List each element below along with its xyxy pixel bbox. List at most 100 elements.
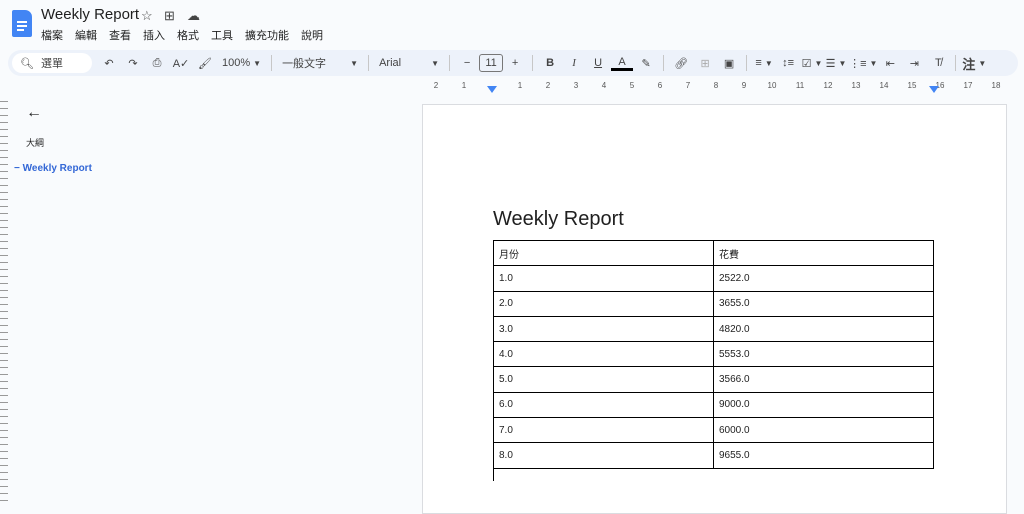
spellcheck-icon[interactable]: A✓ bbox=[170, 53, 192, 73]
table-cell[interactable]: 3566.0 bbox=[713, 366, 934, 393]
table-cell[interactable]: 4.0 bbox=[493, 341, 714, 368]
style-value: 一般文字 bbox=[282, 58, 327, 70]
divider bbox=[368, 55, 370, 71]
bold-icon[interactable]: B bbox=[539, 53, 561, 73]
line-spacing-icon[interactable]: ↕≡ bbox=[777, 53, 799, 73]
ruler-label: 5 bbox=[629, 81, 635, 90]
ruler-label: 1 bbox=[461, 81, 467, 90]
table-cell[interactable]: 3655.0 bbox=[713, 290, 934, 317]
ruler-label: 11 bbox=[795, 81, 805, 90]
divider bbox=[271, 55, 273, 71]
text-cursor bbox=[493, 469, 494, 481]
menu-bar: 檔案 編輯 查看 插入 格式 工具 擴充功能 說明 bbox=[41, 27, 323, 43]
table-cell[interactable]: 5.0 bbox=[493, 366, 714, 393]
ruler-label: 12 bbox=[823, 81, 833, 90]
menu-item[interactable]: 格式 bbox=[177, 27, 199, 43]
font-select[interactable]: Arial ▼ bbox=[375, 53, 443, 73]
table-cell[interactable]: 1.0 bbox=[493, 265, 714, 292]
menu-item[interactable]: 查看 bbox=[109, 27, 131, 43]
docs-logo-icon[interactable] bbox=[12, 10, 32, 37]
cloud-status-icon[interactable]: ☁ bbox=[187, 8, 200, 24]
ruler-label: 15 bbox=[907, 81, 917, 90]
input-tools-button[interactable]: 注 ▼ bbox=[962, 53, 986, 73]
ruler-label: 8 bbox=[713, 81, 719, 90]
menu-item[interactable]: 編輯 bbox=[75, 27, 97, 43]
star-icon[interactable]: ☆ bbox=[141, 8, 153, 24]
zoom-select[interactable]: 100% ▼ bbox=[218, 53, 265, 73]
table-cell[interactable]: 5553.0 bbox=[713, 341, 934, 368]
table-cell[interactable]: 9000.0 bbox=[713, 391, 934, 419]
ruler-label: 7 bbox=[685, 81, 691, 90]
bulleted-list-icon[interactable]: ☰ ▼ bbox=[825, 53, 847, 73]
toolbar: 🔍︎ 選單 ↶ ↷ ⎙ A✓ 🖌︎ 100% ▼ 一般文字 ▼ Arial ▼ − 11… bbox=[8, 50, 1018, 76]
insert-image-icon[interactable]: ▣ bbox=[718, 53, 740, 73]
table-header-row: 月份 花費 bbox=[493, 239, 934, 267]
decrease-indent-icon[interactable]: ⇤ bbox=[879, 53, 901, 73]
table-row: 2.0 3655.0 bbox=[493, 290, 934, 317]
document-title[interactable]: Weekly Report bbox=[41, 6, 139, 23]
table-row: 8.0 9655.0 bbox=[493, 442, 934, 469]
decrease-font-size-button[interactable]: − bbox=[456, 53, 478, 73]
italic-icon[interactable]: I bbox=[563, 53, 585, 73]
redo-icon[interactable]: ↷ bbox=[122, 53, 144, 73]
numbered-list-icon[interactable]: ⋮≡ ▼ bbox=[849, 53, 877, 73]
table-row: 1.0 2522.0 bbox=[493, 265, 934, 292]
table-cell[interactable]: 4820.0 bbox=[713, 315, 934, 343]
table-cell[interactable]: 2.0 bbox=[493, 290, 714, 317]
menu-item[interactable]: 檔案 bbox=[41, 27, 63, 43]
paint-format-icon[interactable]: 🖌︎ bbox=[194, 53, 216, 73]
outline-item[interactable]: − Weekly Report bbox=[14, 163, 92, 174]
table-cell[interactable]: 6.0 bbox=[493, 391, 714, 419]
divider bbox=[532, 55, 534, 71]
table-cell[interactable]: 9655.0 bbox=[713, 442, 934, 469]
table-cell[interactable]: 3.0 bbox=[493, 315, 714, 343]
ruler-label: 14 bbox=[879, 81, 889, 90]
ruler-label: 9 bbox=[741, 81, 747, 90]
ruler-label: 2 bbox=[433, 81, 439, 90]
menu-item[interactable]: 說明 bbox=[301, 27, 323, 43]
clear-formatting-icon[interactable]: T̸ bbox=[927, 53, 949, 73]
add-comment-icon[interactable]: ⊞ bbox=[694, 53, 716, 73]
search-icon: 🔍︎ bbox=[20, 57, 34, 70]
vertical-ruler[interactable] bbox=[0, 95, 8, 506]
undo-icon[interactable]: ↶ bbox=[98, 53, 120, 73]
divider bbox=[449, 55, 451, 71]
search-menu-input[interactable]: 🔍︎ 選單 bbox=[12, 53, 92, 73]
text-color-icon[interactable]: A bbox=[611, 55, 634, 71]
table-cell[interactable]: 2522.0 bbox=[713, 265, 934, 292]
move-folder-icon[interactable]: ⊞ bbox=[164, 8, 175, 24]
right-indent-marker-icon[interactable] bbox=[929, 86, 939, 93]
table-cell[interactable]: 花費 bbox=[713, 239, 934, 267]
font-size-input[interactable]: 11 bbox=[479, 54, 504, 72]
ruler-label: 10 bbox=[767, 81, 777, 90]
chevron-down-icon: ▼ bbox=[350, 58, 359, 68]
increase-indent-icon[interactable]: ⇥ bbox=[903, 53, 925, 73]
underline-icon[interactable]: U bbox=[587, 53, 609, 73]
align-icon[interactable]: ≡ ▼ bbox=[753, 53, 775, 73]
back-arrow-icon[interactable]: ← bbox=[26, 104, 42, 122]
table-cell[interactable]: 6000.0 bbox=[713, 417, 934, 444]
print-icon[interactable]: ⎙ bbox=[146, 53, 168, 73]
zoom-value: 100% bbox=[222, 57, 251, 69]
chevron-down-icon: ▼ bbox=[431, 58, 440, 68]
table-row: 6.0 9000.0 bbox=[493, 391, 934, 419]
indent-marker-icon[interactable] bbox=[487, 86, 497, 93]
menu-item[interactable]: 擴充功能 bbox=[245, 27, 289, 43]
divider bbox=[663, 55, 665, 71]
link-icon[interactable]: 🔗︎ bbox=[670, 53, 692, 73]
divider bbox=[746, 55, 748, 71]
highlight-icon[interactable]: ✎ bbox=[635, 53, 657, 73]
checklist-icon[interactable]: ☑ ▼ bbox=[801, 53, 823, 73]
table-cell[interactable]: 7.0 bbox=[493, 417, 714, 444]
menu-item[interactable]: 插入 bbox=[143, 27, 165, 43]
increase-font-size-button[interactable]: + bbox=[504, 53, 526, 73]
outline-heading: 大綱 bbox=[26, 138, 45, 148]
menu-item[interactable]: 工具 bbox=[211, 27, 233, 43]
style-select[interactable]: 一般文字 ▼ bbox=[278, 53, 362, 73]
divider bbox=[955, 55, 957, 71]
document-title-heading[interactable]: Weekly Report bbox=[493, 208, 624, 231]
table-cell[interactable]: 月份 bbox=[493, 239, 714, 267]
data-table[interactable]: 月份 花費 1.0 2522.0 2.0 3655.0 3.0 4820.0 4.0 5553.0… bbox=[493, 239, 934, 469]
table-row: 5.0 3566.0 bbox=[493, 366, 934, 393]
table-cell[interactable]: 8.0 bbox=[493, 442, 714, 469]
